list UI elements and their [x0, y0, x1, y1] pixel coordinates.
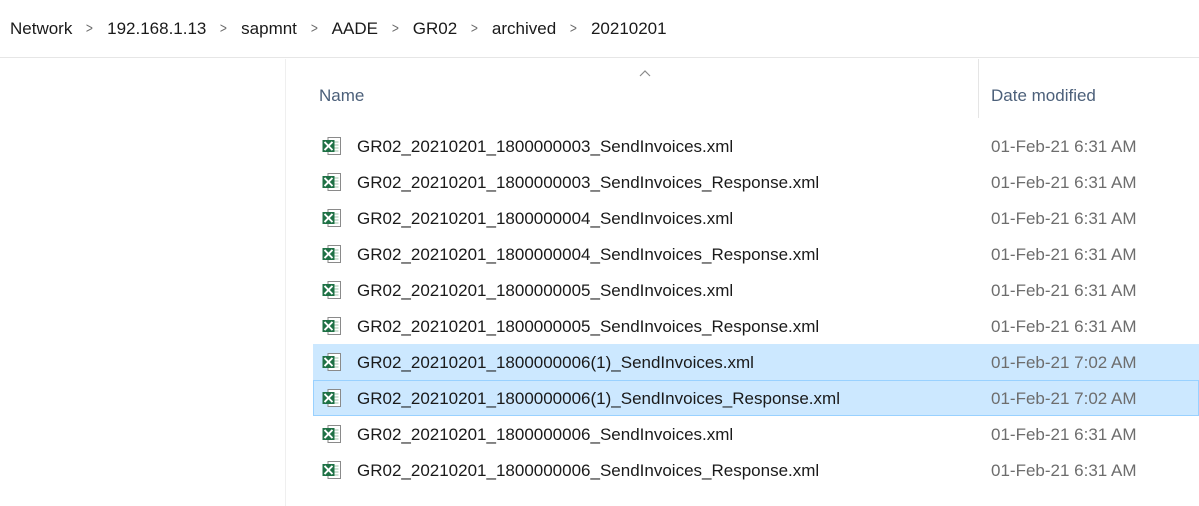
chevron-right-icon[interactable]: > — [392, 20, 399, 37]
file-name: GR02_20210201_1800000004_SendInvoices_Re… — [357, 245, 820, 264]
breadcrumb-ip[interactable]: 192.168.1.13 — [107, 19, 206, 39]
file-name: GR02_20210201_1800000005_SendInvoices.xm… — [357, 281, 734, 300]
excel-xml-file-icon — [322, 281, 341, 299]
breadcrumb: Network > 192.168.1.13 > sapmnt > AADE >… — [0, 0, 1199, 58]
excel-xml-file-icon — [322, 245, 341, 263]
file-row[interactable]: GR02_20210201_1800000005_SendInvoices.xm… — [313, 272, 1199, 308]
breadcrumb-sapmnt[interactable]: sapmnt — [241, 19, 297, 39]
chevron-right-icon[interactable]: > — [311, 20, 318, 37]
column-header-name-label: Name — [319, 86, 365, 105]
file-name: GR02_20210201_1800000006_SendInvoices.xm… — [357, 425, 734, 444]
excel-xml-file-icon — [322, 209, 341, 227]
chevron-right-icon[interactable]: > — [220, 20, 227, 37]
file-date-modified: 01-Feb-21 6:31 AM — [991, 173, 1137, 192]
file-date-modified: 01-Feb-21 6:31 AM — [991, 209, 1137, 228]
file-name: GR02_20210201_1800000003_SendInvoices_Re… — [357, 173, 820, 192]
file-date-modified: 01-Feb-21 7:02 AM — [991, 389, 1137, 408]
file-date-modified: 01-Feb-21 6:31 AM — [991, 245, 1137, 264]
excel-xml-file-icon — [322, 173, 341, 191]
breadcrumb-archived[interactable]: archived — [492, 19, 556, 39]
file-date-modified: 01-Feb-21 6:31 AM — [991, 425, 1137, 444]
excel-xml-file-icon — [322, 461, 341, 479]
file-row[interactable]: GR02_20210201_1800000003_SendInvoices.xm… — [313, 128, 1199, 164]
file-name: GR02_20210201_1800000006(1)_SendInvoices… — [357, 353, 754, 372]
column-header-date-label: Date modified — [991, 86, 1096, 105]
breadcrumb-current-folder[interactable]: 20210201 — [591, 19, 667, 39]
file-row[interactable]: GR02_20210201_1800000004_SendInvoices.xm… — [313, 200, 1199, 236]
breadcrumb-gr02[interactable]: GR02 — [413, 19, 457, 39]
breadcrumb-aade[interactable]: AADE — [332, 19, 378, 39]
file-name: GR02_20210201_1800000003_SendInvoices.xm… — [357, 137, 734, 156]
file-row[interactable]: GR02_20210201_1800000006_SendInvoices_Re… — [313, 452, 1199, 488]
chevron-right-icon[interactable]: > — [471, 20, 478, 37]
file-date-modified: 01-Feb-21 6:31 AM — [991, 137, 1137, 156]
column-header-name[interactable]: Name — [313, 59, 979, 118]
file-row[interactable]: GR02_20210201_1800000006(1)_SendInvoices… — [313, 344, 1199, 380]
excel-xml-file-icon — [322, 425, 341, 443]
file-list: GR02_20210201_1800000003_SendInvoices.xm… — [313, 128, 1199, 488]
file-row[interactable]: GR02_20210201_1800000006_SendInvoices.xm… — [313, 416, 1199, 452]
file-row[interactable]: GR02_20210201_1800000006(1)_SendInvoices… — [313, 380, 1199, 416]
file-row[interactable]: GR02_20210201_1800000003_SendInvoices_Re… — [313, 164, 1199, 200]
file-date-modified: 01-Feb-21 6:31 AM — [991, 317, 1137, 336]
file-date-modified: 01-Feb-21 6:31 AM — [991, 281, 1137, 300]
column-header-row: Name Date modified — [313, 59, 1199, 118]
file-date-modified: 01-Feb-21 7:02 AM — [991, 353, 1137, 372]
file-name: GR02_20210201_1800000004_SendInvoices.xm… — [357, 209, 734, 228]
file-row[interactable]: GR02_20210201_1800000004_SendInvoices_Re… — [313, 236, 1199, 272]
sort-ascending-icon — [639, 70, 651, 77]
file-name: GR02_20210201_1800000006_SendInvoices_Re… — [357, 461, 820, 480]
excel-xml-file-icon — [322, 353, 341, 371]
excel-xml-file-icon — [322, 389, 341, 407]
breadcrumb-network[interactable]: Network — [10, 19, 72, 39]
file-name: GR02_20210201_1800000006(1)_SendInvoices… — [357, 389, 840, 408]
file-date-modified: 01-Feb-21 6:31 AM — [991, 461, 1137, 480]
excel-xml-file-icon — [322, 317, 341, 335]
chevron-right-icon[interactable]: > — [570, 20, 577, 37]
navigation-pane — [0, 59, 286, 506]
chevron-right-icon[interactable]: > — [86, 20, 93, 37]
file-row[interactable]: GR02_20210201_1800000005_SendInvoices_Re… — [313, 308, 1199, 344]
file-name: GR02_20210201_1800000005_SendInvoices_Re… — [357, 317, 820, 336]
column-header-date-modified[interactable]: Date modified — [980, 59, 1199, 118]
excel-xml-file-icon — [322, 137, 341, 155]
